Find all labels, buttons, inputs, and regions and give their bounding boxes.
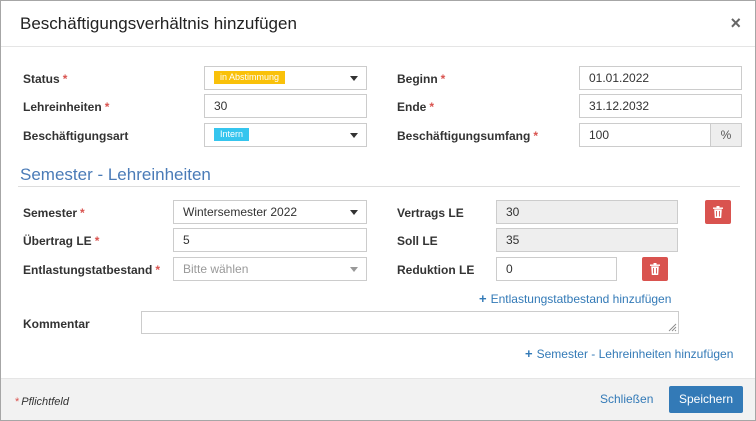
save-button[interactable]: Speichern [669,386,743,413]
reduktion-le-label: Reduktion LE [397,263,475,277]
soll-le-label: Soll LE [397,234,438,248]
beschaeftigungsart-select[interactable]: Intern [204,123,367,147]
kommentar-textarea[interactable] [141,311,679,334]
close-icon[interactable]: × [730,13,741,34]
chevron-down-icon [350,133,358,138]
add-entlastungstatbestand-link[interactable]: + Entlastungstatbestand hinzufügen [479,291,671,306]
vertrags-le-field: 30 [496,200,678,224]
modal-dialog: Beschäftigungsverhältnis hinzufügen × St… [0,0,756,421]
chevron-down-icon [350,210,358,215]
uebertrag-le-input[interactable]: 5 [173,228,367,252]
status-select[interactable]: in Abstimmung [204,66,367,90]
modal-title: Beschäftigungsverhältnis hinzufügen [20,14,297,33]
beschaeftigungsumfang-input[interactable]: 100 [579,123,711,147]
entlastungstatbestand-label: Entlastungstatbestand * [23,263,161,277]
plus-icon: + [525,346,533,361]
close-button[interactable]: Schließen [600,392,653,406]
soll-le-field: 35 [496,228,678,252]
uebertrag-le-label: Übertrag LE * [23,234,100,248]
semester-label: Semester * [23,206,85,220]
plus-icon: + [479,291,487,306]
beschaeftigungsart-label: Beschäftigungsart [23,129,129,143]
status-badge: in Abstimmung [214,71,286,85]
entlastungstatbestand-placeholder: Bitte wählen [183,262,249,276]
ende-label: Ende * [397,100,435,114]
section-divider [18,186,740,187]
beschaeftigungsart-badge: Intern [214,128,250,142]
resize-grip-icon[interactable] [668,323,677,332]
vertrags-le-label: Vertrags LE [397,206,464,220]
trash-icon [650,263,660,275]
beschaeftigungsumfang-label: Beschäftigungsumfang * [397,129,539,143]
section-title: Semester - Lehreinheiten [20,165,211,184]
entlastungstatbestand-select[interactable]: Bitte wählen [173,257,367,281]
modal-header: Beschäftigungsverhältnis hinzufügen × [1,1,755,47]
ende-date-input[interactable]: 31.12.2032 [579,94,742,118]
add-semester-link[interactable]: + Semester - Lehreinheiten hinzufügen [525,346,733,361]
reduktion-le-input[interactable]: 0 [496,257,617,281]
status-label: Status * [23,72,68,86]
lehreinheiten-label: Lehreinheiten * [23,100,110,114]
chevron-down-icon [350,267,358,272]
chevron-down-icon [350,76,358,81]
required-note: * Pflichtfeld [15,396,69,408]
beginn-label: Beginn * [397,72,446,86]
delete-entlastung-button[interactable] [642,257,668,281]
delete-semester-button[interactable] [705,200,731,224]
kommentar-label: Kommentar [23,317,90,331]
trash-icon [713,206,723,218]
semester-value: Wintersemester 2022 [183,205,298,219]
modal-footer: * Pflichtfeld Schließen Speichern [1,378,755,420]
percent-addon: % [710,123,742,147]
semester-select[interactable]: Wintersemester 2022 [173,200,367,224]
lehreinheiten-input[interactable]: 30 [204,94,367,118]
beginn-date-input[interactable]: 01.01.2022 [579,66,742,90]
